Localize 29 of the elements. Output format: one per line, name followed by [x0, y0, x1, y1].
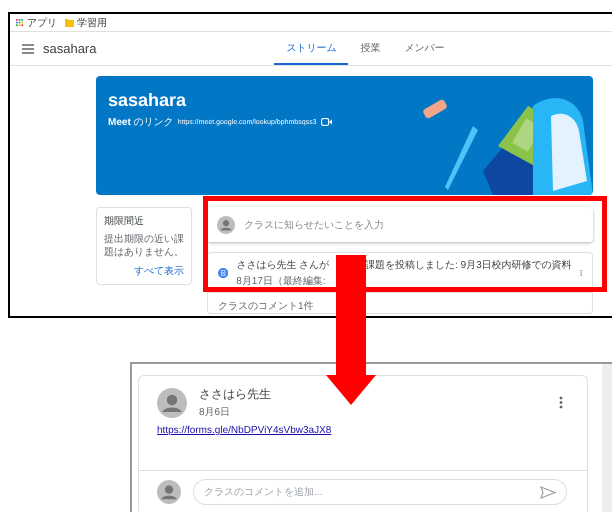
- send-icon[interactable]: [540, 486, 556, 498]
- avatar-icon: [157, 388, 187, 418]
- banner-title: sasahara: [108, 90, 188, 111]
- more-options-icon[interactable]: [559, 396, 563, 409]
- empty-message: 提出期限の近い課題はありません。: [104, 233, 184, 259]
- nav-tab[interactable]: メンバー: [392, 32, 456, 65]
- apps-grid-icon: [16, 18, 24, 26]
- nav-tab[interactable]: ストリーム: [274, 32, 348, 65]
- comment-count[interactable]: クラスのコメント1件: [218, 299, 314, 313]
- form-link[interactable]: https://forms.gle/NbDPViY4sVbw3aJX8: [157, 425, 332, 436]
- nav-tab[interactable]: 授業: [348, 32, 392, 65]
- class-name: sasahara: [43, 41, 96, 56]
- post-date: 8月6日: [199, 406, 232, 419]
- video-camera-icon[interactable]: [320, 118, 332, 126]
- menu-icon[interactable]: [22, 44, 34, 54]
- meet-label: Meet のリンク: [108, 116, 174, 129]
- bookmark-link[interactable]: 学習用: [77, 16, 107, 30]
- card-title: 期限間近: [104, 214, 145, 228]
- folder-icon: [65, 18, 74, 27]
- author-name: ささはら先生: [199, 386, 272, 403]
- more-options-icon[interactable]: [580, 267, 582, 279]
- avatar-icon: [217, 216, 235, 234]
- view-all-link[interactable]: すべて表示: [134, 264, 184, 278]
- announcement-field[interactable]: クラスに知らせたいことを入力: [207, 207, 593, 242]
- bookmark-link[interactable]: アプリ: [27, 16, 57, 30]
- post-date: 8月17日（最終編集:: [236, 275, 327, 288]
- scrollbar[interactable]: [602, 364, 612, 512]
- avatar-icon: [157, 480, 181, 504]
- post-title: ささはら先生 さんが: [236, 258, 330, 272]
